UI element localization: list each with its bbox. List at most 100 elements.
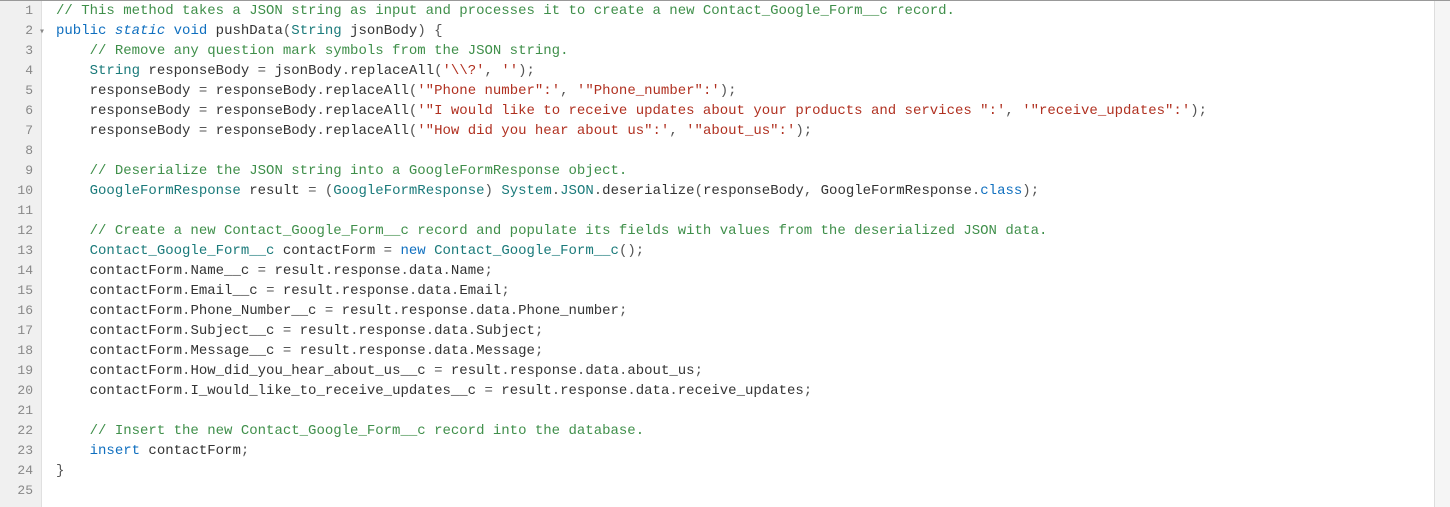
token: . <box>468 343 476 359</box>
token: result <box>266 263 325 279</box>
token: = <box>325 303 333 319</box>
token: result <box>493 383 552 399</box>
token: replaceAll <box>325 103 409 119</box>
token: ); <box>720 83 737 99</box>
token: GoogleFormResponse <box>333 183 484 199</box>
line-number: 21 <box>0 401 33 421</box>
token: GoogleFormResponse <box>812 183 972 199</box>
token: , <box>804 183 812 199</box>
token: (); <box>619 243 644 259</box>
code-line[interactable]: contactForm.Message__c = result.response… <box>56 341 1434 361</box>
code-line[interactable]: public static void pushData(String jsonB… <box>56 21 1434 41</box>
line-number-gutter: 12▾3456789101112131415161718192021222324… <box>0 1 42 507</box>
code-line[interactable]: String responseBody = jsonBody.replaceAl… <box>56 61 1434 81</box>
code-line[interactable]: contactForm.Name__c = result.response.da… <box>56 261 1434 281</box>
token: = <box>283 323 291 339</box>
code-line[interactable]: GoogleFormResponse result = (GoogleFormR… <box>56 181 1434 201</box>
token: responseBody <box>207 123 316 139</box>
token: . <box>627 383 635 399</box>
token: , <box>1005 103 1013 119</box>
token: . <box>501 363 509 379</box>
code-line[interactable]: insert contactForm; <box>56 441 1434 461</box>
line-number: 6 <box>0 101 33 121</box>
line-number: 4 <box>0 61 33 81</box>
token: How_did_you_hear_about_us__c <box>190 363 434 379</box>
code-line[interactable]: // This method takes a JSON string as in… <box>56 1 1434 21</box>
token: ( <box>695 183 703 199</box>
code-line[interactable]: contactForm.Phone_Number__c = result.res… <box>56 301 1434 321</box>
token: ; <box>501 283 509 299</box>
line-number: 2▾ <box>0 21 33 41</box>
code-line[interactable]: Contact_Google_Form__c contactForm = new… <box>56 241 1434 261</box>
token: JSON <box>560 183 594 199</box>
code-line[interactable]: responseBody = responseBody.replaceAll('… <box>56 81 1434 101</box>
token: replaceAll <box>325 123 409 139</box>
fold-marker-icon[interactable]: ▾ <box>39 23 45 43</box>
token: '"Phone_number":' <box>577 83 720 99</box>
token: '\\?' <box>443 63 485 79</box>
token: // Deserialize the JSON string into a Go… <box>90 163 628 179</box>
token: System <box>501 183 551 199</box>
code-line[interactable]: // Insert the new Contact_Google_Form__c… <box>56 421 1434 441</box>
line-number: 25 <box>0 481 33 501</box>
token: result <box>291 343 350 359</box>
token: String <box>90 63 140 79</box>
token: // This method takes a JSON string as in… <box>56 3 955 19</box>
code-editor[interactable]: 12▾3456789101112131415161718192021222324… <box>0 0 1450 507</box>
token: result <box>274 283 333 299</box>
token: // Insert the new Contact_Google_Form__c… <box>90 423 645 439</box>
code-line[interactable]: contactForm.How_did_you_hear_about_us__c… <box>56 361 1434 381</box>
code-line[interactable]: responseBody = responseBody.replaceAll('… <box>56 121 1434 141</box>
token: Message__c <box>190 343 282 359</box>
token: ( <box>434 63 442 79</box>
token: jsonBody <box>342 23 418 39</box>
token: , <box>560 83 568 99</box>
code-line[interactable]: } <box>56 461 1434 481</box>
code-line[interactable]: // Remove any question mark symbols from… <box>56 41 1434 61</box>
token: responseBody <box>207 103 316 119</box>
token: '"about_us":' <box>686 123 795 139</box>
code-line[interactable]: contactForm.I_would_like_to_receive_upda… <box>56 381 1434 401</box>
token: response <box>560 383 627 399</box>
token: . <box>468 303 476 319</box>
line-number: 15 <box>0 281 33 301</box>
code-line[interactable]: responseBody = responseBody.replaceAll('… <box>56 101 1434 121</box>
token: ; <box>695 363 703 379</box>
token: . <box>552 383 560 399</box>
token: static <box>115 23 165 39</box>
code-line[interactable]: contactForm.Email__c = result.response.d… <box>56 281 1434 301</box>
code-line[interactable]: contactForm.Subject__c = result.response… <box>56 321 1434 341</box>
token: Email__c <box>190 283 266 299</box>
token: ); <box>795 123 812 139</box>
token: . <box>510 303 518 319</box>
code-line[interactable]: // Deserialize the JSON string into a Go… <box>56 161 1434 181</box>
token: deserialize <box>602 183 694 199</box>
line-number: 23 <box>0 441 33 461</box>
token: . <box>552 183 560 199</box>
token: . <box>316 83 324 99</box>
token: '"I would like to receive updates about … <box>417 103 1005 119</box>
code-line[interactable] <box>56 141 1434 161</box>
token: response <box>342 283 409 299</box>
token: ; <box>535 323 543 339</box>
token: . <box>426 343 434 359</box>
code-content[interactable]: // This method takes a JSON string as in… <box>42 1 1434 507</box>
code-line[interactable] <box>56 401 1434 421</box>
token: . <box>342 63 350 79</box>
token: . <box>316 123 324 139</box>
line-number: 12 <box>0 221 33 241</box>
token <box>678 123 686 139</box>
code-line[interactable] <box>56 481 1434 501</box>
code-line[interactable] <box>56 201 1434 221</box>
token: pushData <box>216 23 283 39</box>
line-number: 10 <box>0 181 33 201</box>
code-line[interactable]: // Create a new Contact_Google_Form__c r… <box>56 221 1434 241</box>
token: insert <box>90 443 140 459</box>
vertical-scrollbar[interactable] <box>1434 1 1450 507</box>
token: public <box>56 23 106 39</box>
token: response <box>358 323 425 339</box>
token: contactForm <box>90 303 182 319</box>
token: Name__c <box>190 263 257 279</box>
token: about_us <box>627 363 694 379</box>
token <box>316 183 324 199</box>
